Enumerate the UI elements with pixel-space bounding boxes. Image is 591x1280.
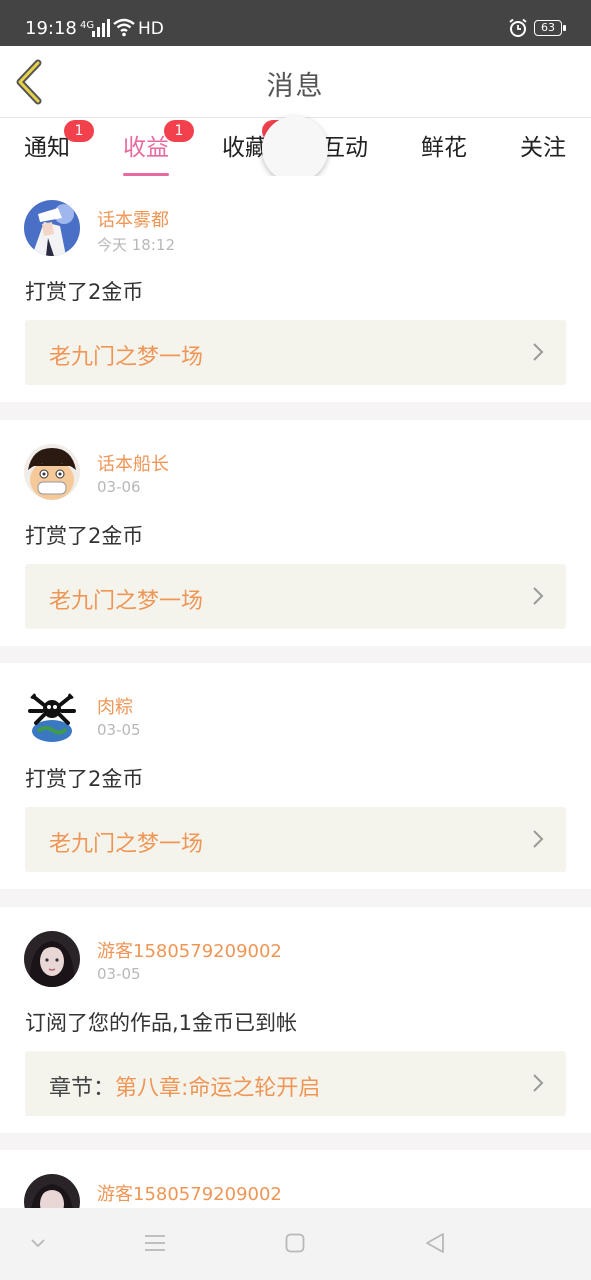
user-name[interactable]: 游客1580579209002 <box>97 1180 282 1206</box>
link-title: 老九门之梦一场 <box>49 589 204 614</box>
battery-indicator: 63 <box>534 20 566 36</box>
hd-indicator: HD <box>138 19 164 39</box>
status-bar: 19:18 4G HD 63 <box>0 0 591 46</box>
tab-earnings[interactable]: 收益 1 <box>123 120 194 176</box>
list-item: 游客1580579209002 03-05 订阅了您的作品,1金币已到帐 章节：… <box>0 907 591 1133</box>
loading-indicator <box>262 116 328 182</box>
avatar[interactable] <box>24 200 80 256</box>
girl-avatar-icon <box>24 931 80 987</box>
anime-character-avatar-icon <box>24 200 80 256</box>
header: 消息 <box>0 46 591 118</box>
message-text: 打赏了2金币 <box>25 524 144 548</box>
message-text: 打赏了2金币 <box>25 767 144 791</box>
avatar[interactable] <box>24 1174 80 1210</box>
globe-avatar-icon <box>24 687 80 743</box>
user-name[interactable]: 肉粽 <box>97 693 133 719</box>
message-time: 03-05 <box>97 965 141 983</box>
chevron-right-icon <box>533 830 544 848</box>
chevron-right-icon <box>533 1074 544 1092</box>
tab-label: 鲜花 <box>421 135 467 161</box>
girl-avatar-icon <box>24 1174 80 1210</box>
list-item: 肉粽 03-05 打赏了2金币 老九门之梦一场 <box>0 663 591 889</box>
chapter-link[interactable]: 章节：第八章:命运之轮开启 <box>25 1051 566 1116</box>
chevron-right-icon <box>533 343 544 361</box>
list-item: 话本船长 03-06 打赏了2金币 老九门之梦一场 <box>0 420 591 646</box>
tab-label: 关注 <box>520 135 566 161</box>
avatar[interactable] <box>24 931 80 987</box>
message-text: 打赏了2金币 <box>25 280 144 304</box>
cartoon-pirate-avatar-icon <box>24 444 80 500</box>
list-item: 游客1580579209002 <box>0 1150 591 1210</box>
chevron-right-icon <box>533 587 544 605</box>
avatar[interactable] <box>24 687 80 743</box>
tab-follows[interactable]: 关注 <box>520 128 566 162</box>
message-time: 03-05 <box>97 721 141 739</box>
tab-label: 通知 <box>24 135 70 161</box>
user-name[interactable]: 话本船长 <box>97 450 169 476</box>
back-icon[interactable] <box>425 1232 445 1254</box>
tab-flowers[interactable]: 鲜花 <box>421 128 467 162</box>
avatar[interactable] <box>24 444 80 500</box>
work-link[interactable]: 老九门之梦一场 <box>25 564 566 629</box>
link-title: 第八章:命运之轮开启 <box>115 1076 321 1101</box>
alarm-icon <box>509 18 527 37</box>
system-nav-bar <box>0 1208 591 1280</box>
work-link[interactable]: 老九门之梦一场 <box>25 807 566 872</box>
page-title: 消息 <box>266 71 325 102</box>
user-name[interactable]: 游客1580579209002 <box>97 937 282 963</box>
tab-label: 收益 <box>123 135 169 161</box>
message-time: 今天 18:12 <box>97 236 175 254</box>
tab-label: 互动 <box>322 135 368 161</box>
link-prefix: 章节： <box>49 1076 116 1101</box>
link-title: 老九门之梦一场 <box>49 832 204 857</box>
tab-favorites[interactable]: 收藏 1 <box>222 120 292 162</box>
menu-icon[interactable] <box>144 1234 166 1252</box>
wifi-icon <box>113 18 135 37</box>
tab-badge: 1 <box>164 120 194 142</box>
message-time: 03-06 <box>97 478 141 496</box>
status-time: 19:18 <box>25 18 77 39</box>
link-title: 老九门之梦一场 <box>49 345 204 370</box>
signal-icon <box>92 19 110 37</box>
tab-interactions[interactable]: 互动 <box>322 128 368 162</box>
chevron-down-icon[interactable] <box>30 1238 46 1248</box>
user-name[interactable]: 话本雾都 <box>97 206 169 232</box>
message-text: 订阅了您的作品,1金币已到帐 <box>25 1011 298 1035</box>
list-item: 话本雾都 今天 18:12 打赏了2金币 老九门之梦一场 <box>0 176 591 402</box>
tab-badge: 1 <box>64 120 94 142</box>
home-icon[interactable] <box>285 1233 305 1253</box>
tab-notifications[interactable]: 通知 1 <box>24 120 94 162</box>
work-link[interactable]: 老九门之梦一场 <box>25 320 566 385</box>
